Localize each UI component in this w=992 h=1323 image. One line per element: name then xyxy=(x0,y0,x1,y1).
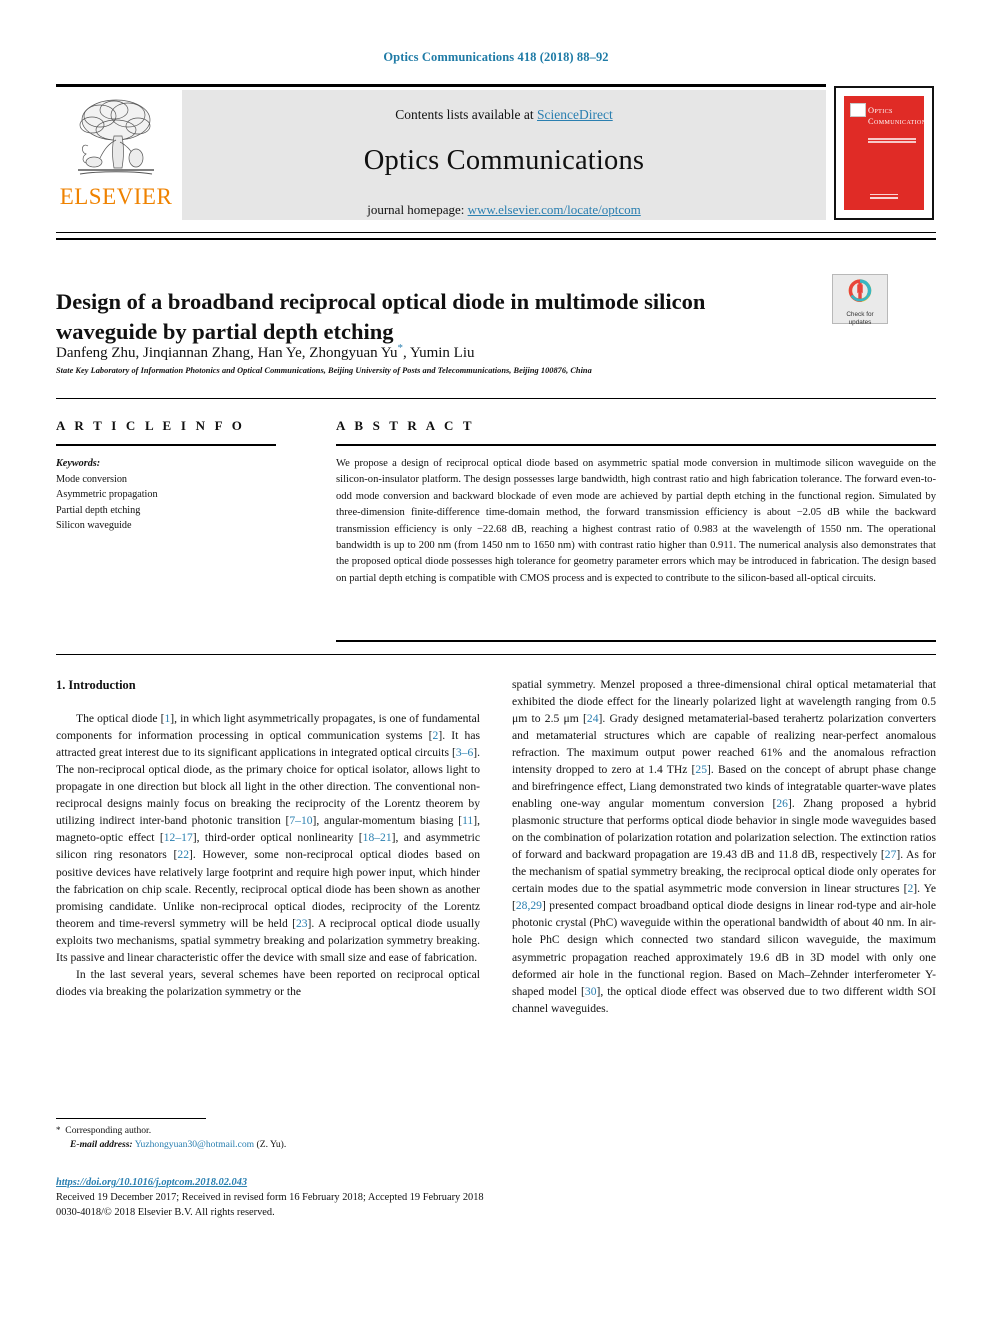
keyword-item: Partial depth etching xyxy=(56,504,141,516)
elsevier-tree-icon xyxy=(78,99,154,175)
crossmark-icon xyxy=(848,279,872,302)
author-names: Danfeng Zhu, Jinqiannan Zhang, Han Ye, Z… xyxy=(56,345,398,361)
page-title: Design of a broadband reciprocal optical… xyxy=(56,289,706,344)
author-names-tail: , Yumin Liu xyxy=(402,345,475,361)
article-info-heading: A R T I C L E I N F O xyxy=(56,418,246,433)
email-owner: (Z. Yu). xyxy=(256,1139,287,1151)
affiliation: State Key Laboratory of Information Phot… xyxy=(56,366,592,375)
section-heading-introduction: 1. Introduction xyxy=(56,678,136,692)
cover-title: Optics Communications xyxy=(868,106,931,126)
corresponding-author-text: Corresponding author. xyxy=(65,1125,152,1136)
cover-subtitle-lines xyxy=(868,138,916,144)
elsevier-wordmark: ELSEVIER xyxy=(59,184,173,209)
journal-cover-art: Optics Communications xyxy=(841,93,931,213)
info-top-rule xyxy=(56,398,936,399)
email-label: E-mail address: xyxy=(70,1139,133,1151)
title-rule-lower xyxy=(56,238,936,240)
journal-cover-thumbnail: Optics Communications xyxy=(834,86,934,220)
contents-line: Contents lists available at ScienceDirec… xyxy=(182,90,826,123)
body-column-left: 1. Introduction The optical diode [1], i… xyxy=(56,676,480,1000)
abstract-heading: A B S T R A C T xyxy=(336,418,475,433)
footnote-block: * Corresponding author. E-mail address: … xyxy=(56,1124,486,1153)
paragraph: The optical diode [1], in which light as… xyxy=(56,712,480,964)
crossmark-label: Check for updates xyxy=(833,311,887,327)
crossmark-badge[interactable]: Check for updates xyxy=(832,274,888,327)
corresponding-author-note: * Corresponding author. xyxy=(56,1124,486,1138)
body-column-right: spatial symmetry. Menzel proposed a thre… xyxy=(512,676,936,1017)
email-link[interactable]: Yuzhongyuan30@hotmail.com xyxy=(135,1139,254,1150)
abstract-bottom-rule xyxy=(336,640,936,642)
abstract-rule xyxy=(336,444,936,446)
paragraph: spatial symmetry. Menzel proposed a thre… xyxy=(512,678,937,1015)
author-list: Danfeng Zhu, Jinqiannan Zhang, Han Ye, Z… xyxy=(56,342,816,362)
paragraph: In the last several years, several schem… xyxy=(56,967,480,998)
cover-footer-lines xyxy=(870,193,898,201)
crossmark-line1: Check for xyxy=(846,311,874,318)
elsevier-logo: ELSEVIER xyxy=(56,90,176,220)
title-rule-upper xyxy=(56,232,936,233)
keywords-label: Keywords: xyxy=(56,458,101,469)
homepage-link[interactable]: www.elsevier.com/locate/optcom xyxy=(468,202,641,217)
footnote-star: * xyxy=(56,1125,61,1135)
journal-masthead: ELSEVIER Contents lists available at Sci… xyxy=(56,84,936,220)
homepage-line: journal homepage: www.elsevier.com/locat… xyxy=(182,202,826,218)
masthead-top-rule xyxy=(56,84,826,87)
sciencedirect-link[interactable]: ScienceDirect xyxy=(537,107,613,122)
doi-link[interactable]: https://doi.org/10.1016/j.optcom.2018.02… xyxy=(56,1176,936,1191)
cover-elsevier-mark-icon xyxy=(850,103,866,117)
copyright-line: 0030-4018/© 2018 Elsevier B.V. All right… xyxy=(56,1206,275,1218)
journal-name: Optics Communications xyxy=(363,145,645,176)
publication-dates: Received 19 December 2017; Received in r… xyxy=(56,1191,484,1203)
email-note: E-mail address: Yuzhongyuan30@hotmail.co… xyxy=(56,1138,486,1152)
footnote-rule xyxy=(56,1118,206,1119)
keywords-block: Keywords: Mode conversion Asymmetric pro… xyxy=(56,456,306,534)
article-info-rule xyxy=(56,444,276,446)
publication-block: https://doi.org/10.1016/j.optcom.2018.02… xyxy=(56,1176,936,1220)
header-bottom-rule xyxy=(56,654,936,655)
keyword-item: Silicon waveguide xyxy=(56,520,132,531)
keyword-item: Mode conversion xyxy=(56,473,128,485)
contents-prefix: Contents lists available at xyxy=(395,107,537,122)
homepage-prefix: journal homepage: xyxy=(367,202,468,217)
article-page: Optics Communications 418 (2018) 88–92 E… xyxy=(0,0,992,1323)
abstract-text: We propose a design of reciprocal optica… xyxy=(336,458,936,584)
keyword-item: Asymmetric propagation xyxy=(56,489,158,500)
running-head: Optics Communications 418 (2018) 88–92 xyxy=(383,50,609,64)
crossmark-line2: updates xyxy=(848,319,872,326)
journal-band: Contents lists available at ScienceDirec… xyxy=(182,90,826,220)
